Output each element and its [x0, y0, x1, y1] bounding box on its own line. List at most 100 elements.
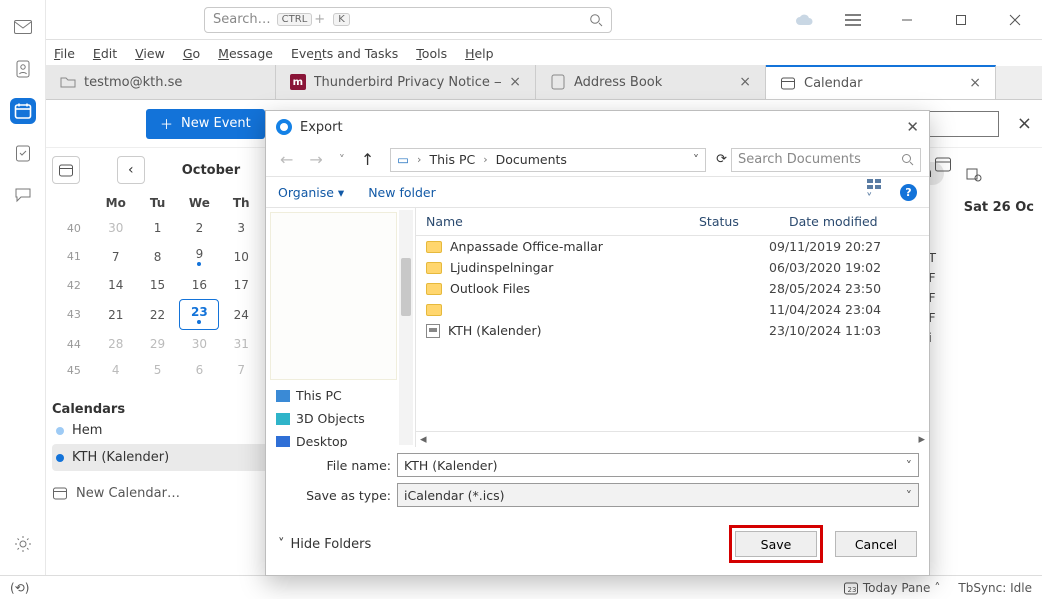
mini-day[interactable]: 24 [221, 299, 261, 330]
tree-item[interactable]: This PC [272, 384, 415, 407]
file-list-header[interactable]: Name Status Date modified [416, 208, 929, 236]
cancel-button[interactable]: Cancel [835, 531, 917, 557]
new-folder-button[interactable]: New folder [368, 185, 436, 200]
new-event-button[interactable]: ＋ New Event [146, 109, 265, 139]
horiz-scrollbar[interactable]: ◂▸ [416, 431, 929, 447]
mini-day[interactable]: 2 [179, 216, 219, 240]
help-icon[interactable]: ? [900, 184, 917, 201]
menu-help[interactable]: Help [465, 46, 494, 61]
mini-day[interactable]: 23 [179, 299, 219, 330]
crumb-thispc[interactable]: This PC [429, 152, 475, 167]
menu-edit[interactable]: Edit [93, 46, 117, 61]
find-events-icon[interactable] [966, 166, 982, 182]
save-button[interactable]: Save [735, 531, 817, 557]
menu-message[interactable]: Message [218, 46, 273, 61]
nav-up-icon[interactable]: ↑ [355, 150, 380, 169]
mail-space-icon[interactable] [10, 14, 36, 40]
menu-view[interactable]: View [135, 46, 165, 61]
mini-day[interactable]: 22 [138, 299, 178, 330]
window-minimize[interactable] [892, 5, 922, 35]
chevron-down-icon[interactable]: ˅ [906, 458, 912, 473]
mini-day[interactable]: 7 [221, 358, 261, 382]
menu-tools[interactable]: Tools [416, 46, 447, 61]
nav-back-icon[interactable]: ← [274, 150, 299, 169]
tbsync-status[interactable]: TbSync: Idle [958, 581, 1032, 595]
tab-calendar[interactable]: Calendar × [766, 65, 996, 99]
global-search[interactable]: Search… CTRL + K [204, 7, 612, 33]
addressbook-space-icon[interactable] [10, 56, 36, 82]
tab-privacy[interactable]: m Thunderbird Privacy Notice — Mo × [276, 65, 536, 99]
col-status[interactable]: Status [689, 208, 779, 235]
mini-day[interactable]: 21 [96, 299, 136, 330]
chevron-down-icon[interactable]: ˅ [906, 488, 912, 503]
menu-go[interactable]: Go [183, 46, 200, 61]
mini-day[interactable]: 5 [138, 358, 178, 382]
tab-mail[interactable]: testmo@kth.se [46, 65, 276, 99]
filename-label: File name: [276, 458, 391, 473]
menu-events[interactable]: Events and Tasks [291, 46, 398, 61]
appmenu-icon[interactable] [838, 5, 868, 35]
mini-day[interactable]: 7 [96, 242, 136, 271]
calendar-space-icon[interactable] [10, 98, 36, 124]
tasks-space-icon[interactable] [10, 140, 36, 166]
recent-dropdown-icon[interactable]: ˅ [333, 153, 351, 167]
view-mode-icon[interactable]: ˅ [866, 178, 886, 207]
prev-month-button[interactable]: ‹ [117, 156, 145, 184]
mini-day[interactable]: 31 [221, 332, 261, 356]
tab-addressbook[interactable]: Address Book × [536, 65, 766, 99]
menu-file[interactable]: File [54, 46, 75, 61]
window-close[interactable] [1000, 5, 1030, 35]
mini-day[interactable]: 30 [179, 332, 219, 356]
file-list[interactable]: Anpassade Office-mallar09/11/2019 20:27L… [416, 236, 929, 431]
dialog-search[interactable]: Search Documents [731, 148, 921, 172]
mini-day[interactable]: 14 [96, 273, 136, 297]
savetype-select[interactable]: iCalendar (*.ics)˅ [397, 483, 919, 507]
col-name[interactable]: Name [416, 208, 689, 235]
tree-scrollbar[interactable] [399, 210, 413, 445]
filename-input[interactable]: KTH (Kalender)˅ [397, 453, 919, 477]
crumb-documents[interactable]: Documents [496, 152, 567, 167]
mini-day[interactable]: 1 [138, 216, 178, 240]
mini-day[interactable]: 6 [179, 358, 219, 382]
mini-day[interactable]: 15 [138, 273, 178, 297]
dialog-close-icon[interactable]: ✕ [906, 118, 919, 136]
mini-day[interactable]: 28 [96, 332, 136, 356]
mini-day[interactable]: 29 [138, 332, 178, 356]
file-row[interactable]: Anpassade Office-mallar09/11/2019 20:27 [416, 236, 929, 257]
cloud-icon[interactable] [794, 13, 814, 27]
today-pane-toggle[interactable]: 23 Today Pane ˄ [843, 580, 941, 596]
organise-menu[interactable]: Organise ▾ [278, 185, 344, 200]
file-row[interactable]: 11/04/2024 23:04 [416, 299, 929, 320]
clear-date-icon[interactable]: × [1017, 113, 1032, 134]
minical-toggle-right-icon[interactable] [934, 155, 952, 173]
crumb-dropdown-icon[interactable]: ˅ [693, 152, 699, 167]
minical-toggle-icon[interactable] [52, 156, 80, 184]
tree-item[interactable]: 3D Objects [272, 407, 415, 430]
tree-item[interactable]: Desktop [272, 430, 415, 447]
mini-day[interactable]: 3 [221, 216, 261, 240]
file-row[interactable]: Ljudinspelningar06/03/2020 19:02 [416, 257, 929, 278]
tab-close-icon[interactable]: × [969, 75, 981, 91]
mini-day[interactable]: 9 [179, 242, 219, 271]
window-maximize[interactable] [946, 5, 976, 35]
folder-tree[interactable]: This PC3D ObjectsDesktopDocuments [266, 208, 416, 447]
refresh-icon[interactable]: ⟳ [716, 152, 727, 167]
hide-folders-toggle[interactable]: ˅Hide Folders [278, 537, 371, 552]
breadcrumb[interactable]: ▭ › This PC › Documents ˅ [390, 148, 706, 172]
col-date[interactable]: Date modified [779, 208, 929, 235]
settings-space-icon[interactable] [10, 531, 36, 557]
mini-day[interactable]: 8 [138, 242, 178, 271]
sync-status[interactable]: (⟲) [10, 581, 29, 595]
mini-day[interactable]: 4 [96, 358, 136, 382]
mini-day[interactable]: 10 [221, 242, 261, 271]
mini-day[interactable]: 30 [96, 216, 136, 240]
mini-day[interactable]: 16 [179, 273, 219, 297]
mini-day[interactable]: 17 [221, 273, 261, 297]
date-field[interactable] [919, 111, 999, 137]
file-row[interactable]: Outlook Files28/05/2024 23:50 [416, 278, 929, 299]
file-row[interactable]: KTH (Kalender)23/10/2024 11:03 [416, 320, 929, 341]
tab-close-icon[interactable]: × [509, 74, 521, 90]
folder-icon [426, 241, 442, 253]
tab-close-icon[interactable]: × [739, 74, 751, 90]
chat-space-icon[interactable] [10, 182, 36, 208]
